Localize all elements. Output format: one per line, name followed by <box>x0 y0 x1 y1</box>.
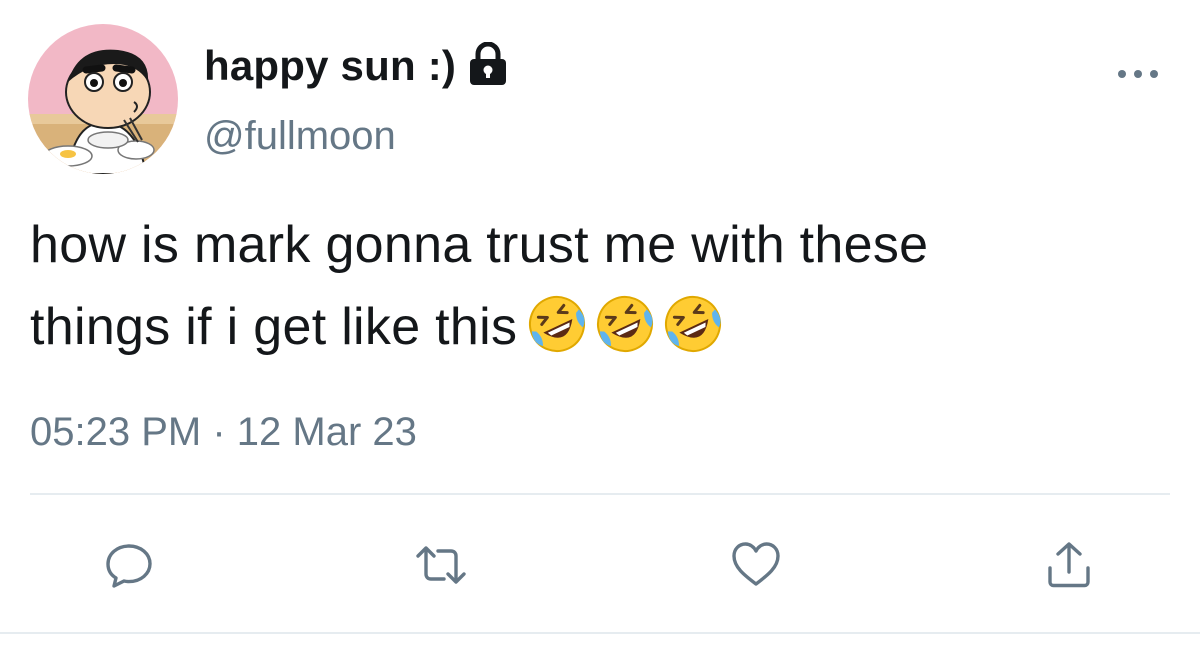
tweet-date: 12 Mar 23 <box>236 410 417 454</box>
retweet-icon <box>416 546 466 584</box>
like-icon <box>732 542 780 586</box>
divider <box>0 632 1200 634</box>
lock-icon <box>468 41 508 86</box>
emoji-group <box>525 292 729 356</box>
tweet-text-line-1: how is mark gonna trust me with these <box>30 216 929 274</box>
tweet-text-line-2: things if i get like this <box>30 286 1180 368</box>
like-button[interactable] <box>730 540 780 590</box>
tweet-time: 05:23 PM <box>30 410 202 454</box>
reply-icon <box>106 544 152 588</box>
rolling-on-floor-laughing-icon <box>529 296 586 353</box>
display-name[interactable]: happy sun :) <box>204 42 456 90</box>
rolling-on-floor-laughing-icon <box>665 296 722 353</box>
retweet-button[interactable] <box>414 540 466 590</box>
tweet-text-line-2-words: things if i get like this <box>30 298 518 356</box>
more-options-icon[interactable] <box>1114 62 1162 86</box>
avatar-image <box>28 24 178 174</box>
share-icon <box>1048 542 1090 588</box>
tweet-timestamp[interactable]: 05:23 PM · 12 Mar 23 <box>30 410 417 455</box>
share-button[interactable] <box>1044 540 1094 590</box>
name-row: happy sun :) <box>204 38 508 94</box>
user-handle[interactable]: @fullmoon <box>204 114 396 159</box>
rolling-on-floor-laughing-icon <box>597 296 654 353</box>
timestamp-separator: · <box>212 410 226 454</box>
divider <box>30 493 1170 495</box>
tweet-text: how is mark gonna trust me with these th… <box>30 204 1180 368</box>
avatar[interactable] <box>28 24 178 174</box>
reply-button[interactable] <box>104 540 154 590</box>
